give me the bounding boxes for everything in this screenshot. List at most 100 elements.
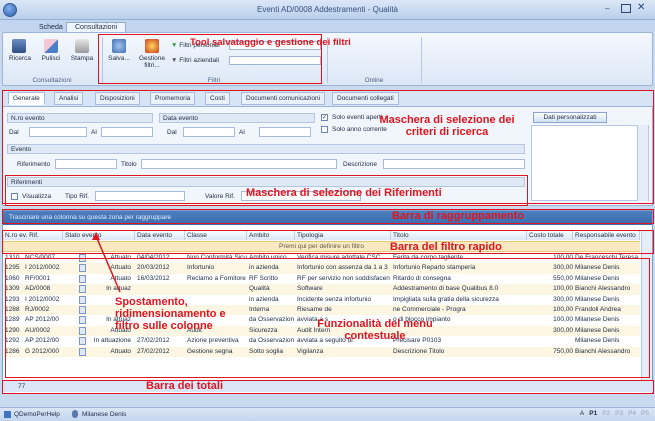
annotation-tool: Tool salvataggio e gestione dei filtri (190, 37, 351, 48)
page-p3[interactable]: P3 (615, 410, 623, 417)
tipo-rif-label: Tipo Rif. (65, 193, 89, 200)
table-row[interactable]: 1309 AD/0008 In attuaz Qualità Software Addes… (3, 284, 640, 295)
cell-classe: Gestione segna (187, 347, 233, 355)
page-a[interactable]: A (580, 410, 584, 417)
tab-documenti-collegati[interactable]: Documenti collegati (332, 92, 399, 105)
tab-promemoria[interactable]: Promemoria (150, 92, 196, 105)
cell-ambito: Sotto soglia (249, 347, 283, 355)
nro-al-input[interactable] (101, 127, 153, 137)
col-header-responsabile[interactable]: Responsabile evento (573, 231, 640, 240)
page-p1[interactable]: P1 (589, 410, 597, 417)
solo-anno-checkbox[interactable] (321, 126, 328, 133)
cell-titolo: ne Commerciale - Progra (393, 306, 466, 313)
cell-ambito: in azienda (249, 295, 279, 303)
valore-rif-label: Valore Rif. (205, 193, 235, 200)
table-row[interactable]: 1310 NCS/0007 Attuato 04/04/2012 Non Conform… (3, 253, 640, 263)
cell-nro: 1286 (5, 347, 20, 355)
grid-scrollbar[interactable] (641, 231, 652, 381)
page-p2[interactable]: P2 (602, 410, 610, 417)
minimize-button[interactable]: – (605, 4, 615, 14)
data-evento-group: Data evento (159, 113, 315, 123)
col-header-data[interactable]: Data evento (135, 231, 185, 240)
annotation-rif: Maschera di selezione dei Riferimenti (246, 187, 442, 199)
ricerca-button[interactable]: Ricerca (9, 39, 31, 62)
page-p4[interactable]: P4 (628, 410, 636, 417)
total-count: 77 (18, 383, 26, 390)
col-header-classe[interactable]: Classe (185, 231, 247, 240)
cell-data: 16/03/2012 (137, 274, 170, 282)
cell-stato: In attuazione (93, 337, 131, 345)
table-row[interactable]: 1286 G 2012/000 Attuato 27/02/2012 Gestione … (3, 346, 640, 357)
cell-titolo: Infortunio Reparto stamperia (393, 264, 476, 272)
riferimento-input[interactable] (55, 159, 117, 169)
dati-personalizzati-button[interactable]: Dati personalizzati (533, 112, 607, 123)
ribbon-separator-3 (421, 37, 422, 83)
nro-dal-input[interactable] (29, 127, 87, 137)
col-header-nro[interactable]: N.ro ev. Rif. (3, 231, 63, 240)
filtri-aziendali-select[interactable] (229, 56, 321, 65)
cell-rif: RF/0001 (25, 274, 50, 282)
col-header-costo[interactable]: Costo totale (527, 231, 573, 240)
col-header-titolo[interactable]: Titolo (391, 231, 527, 240)
pulisci-button[interactable]: Pulisci (39, 39, 63, 62)
tab-documenti-comunicazioni[interactable]: Documenti comunicazioni (241, 92, 326, 105)
visualizza-checkbox[interactable] (11, 193, 18, 200)
cell-costo: 300,00 (553, 264, 573, 272)
col-header-stato[interactable]: Stato evento (63, 231, 135, 240)
page-p5[interactable]: P5 (641, 410, 649, 417)
filtri-aziendali-row[interactable]: ▼ Filtri aziendali (171, 57, 219, 64)
maximize-button[interactable] (621, 4, 631, 13)
cell-resp: Milanese Denis (575, 316, 620, 324)
table-row[interactable]: 1293 I 2012/0002 in azienda Incidente senza… (3, 295, 640, 305)
titolo-input[interactable] (141, 159, 337, 169)
cell-rif: I 2012/0002 (25, 295, 60, 303)
group-by-area[interactable]: Trascinare una colonna su questa zona pe… (3, 211, 652, 225)
status-help[interactable]: QDemoPerHelp (14, 411, 60, 418)
visualizza-label: Visualizza (22, 193, 52, 200)
close-button[interactable]: ✕ (637, 2, 649, 14)
cell-classe: Azione preventiva (187, 337, 239, 345)
tipo-rif-select[interactable] (95, 191, 185, 201)
document-icon (79, 295, 86, 304)
panel-scrollbar[interactable] (637, 125, 648, 201)
cell-ambito: Sicurezza (249, 326, 278, 334)
col-header-tipologia[interactable]: Tipologia (295, 231, 391, 240)
solo-aperti-checkbox[interactable]: ✓ (321, 114, 328, 121)
data-dal-input[interactable] (183, 127, 235, 137)
table-row[interactable]: 1060 RF/0001 Attuato 16/03/2012 Reclamo a Fo… (3, 274, 640, 284)
cell-rif: RJ/0002 (25, 306, 50, 313)
quick-filter-row[interactable]: Premi qui per definire un filtro (3, 241, 640, 252)
tab-costi[interactable]: Costi (205, 92, 230, 105)
cell-data: 04/04/2012 (137, 254, 170, 261)
cell-resp: Bianchi Alessandro (575, 347, 631, 355)
document-icon (79, 285, 86, 294)
col-header-ambito[interactable]: Ambito (247, 231, 295, 240)
cell-tipologia: Riesame de (297, 306, 332, 313)
tab-disposizioni[interactable]: Disposizioni (95, 92, 140, 105)
manage-filter-icon (145, 39, 159, 53)
stampa-button[interactable]: Stampa (69, 39, 95, 62)
cell-tipologia: Incidente senza infortunio (297, 295, 372, 303)
table-row[interactable]: 1288 RJ/0002 Interna Riesame de ne Commercia… (3, 305, 640, 316)
salva-button[interactable]: Salva... (104, 39, 134, 62)
descrizione-input[interactable] (383, 159, 525, 169)
table-row[interactable]: 1295 I 2012/0002 Attuato 20/03/2012 Infortun… (3, 263, 640, 274)
data-al-input[interactable] (259, 127, 311, 137)
cell-tipologia: Software (297, 285, 323, 293)
cell-nro: 1290 (5, 326, 20, 334)
cell-nro: 1060 (5, 274, 20, 282)
document-icon (79, 254, 86, 262)
tab-generale[interactable]: Generale (8, 92, 45, 105)
gestione-filtri-button[interactable]: Gestione filtri... (136, 39, 168, 69)
cell-data: 27/02/2012 (137, 347, 170, 355)
cell-tipologia: RF per servizio non soddisfacen (297, 274, 390, 282)
cell-costo: 100,00 (553, 316, 573, 324)
help-icon (4, 411, 11, 418)
tab-analisi[interactable]: Analisi (54, 92, 84, 105)
group-label-consultazioni: Consultazioni (32, 77, 72, 84)
document-icon (79, 347, 86, 356)
cell-classe: Non Conformità Sicur (187, 254, 247, 261)
stampa-label: Stampa (70, 55, 94, 62)
nro-dal-label: Dal (9, 129, 19, 136)
cell-costo: 100,00 (553, 285, 573, 293)
